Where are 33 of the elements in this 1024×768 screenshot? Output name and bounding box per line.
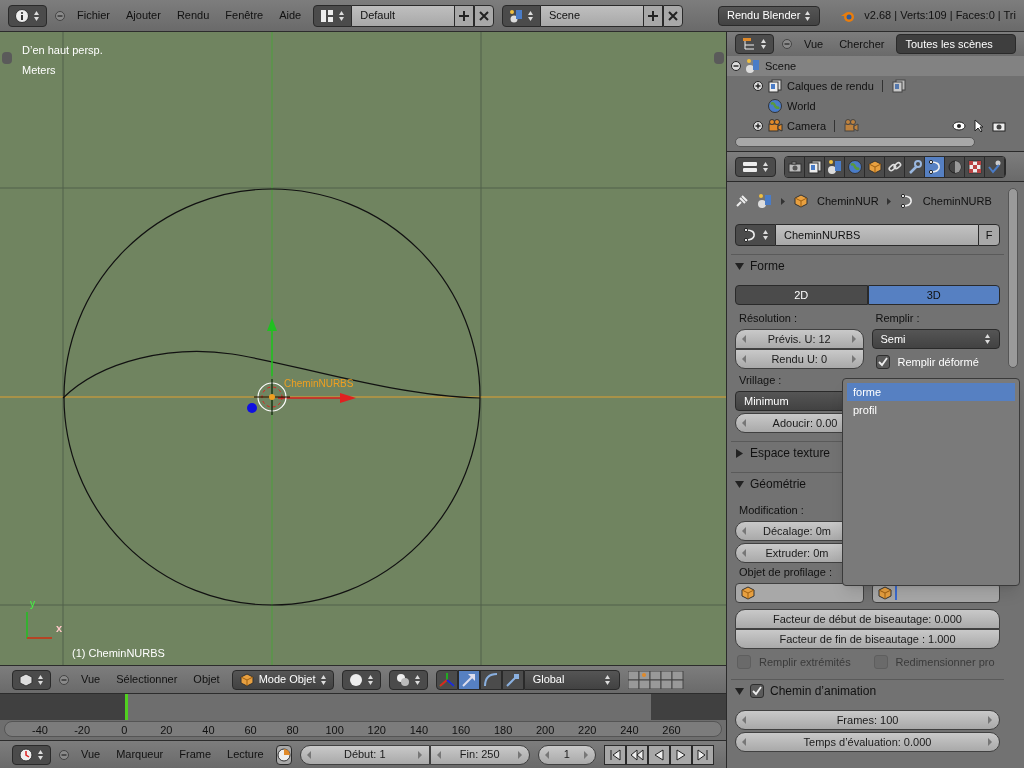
- frame-tick-label: 100: [324, 723, 345, 738]
- axis-x-label: x: [56, 621, 63, 636]
- frame-tick-label: 60: [243, 723, 258, 738]
- axis-y-label: y: [30, 597, 35, 611]
- units-label: Meters: [22, 63, 56, 78]
- frame-tick-label: 240: [619, 723, 640, 738]
- frame-tick-label: 140: [408, 723, 430, 738]
- object-info-label: (1) CheminNURBS: [72, 646, 165, 661]
- field-label: Objet de profilage :: [738, 564, 833, 580]
- object-name-label: CheminNURBS: [284, 377, 354, 391]
- frame-tick-label: 0: [120, 723, 129, 738]
- outliner-item-label: Calques de rendu: [787, 78, 874, 94]
- frame-tick-label: 20: [159, 723, 174, 738]
- field-label: Modification :: [738, 502, 805, 518]
- frame-tick-label: 200: [535, 723, 556, 738]
- frame-tick-label: 260: [661, 723, 682, 738]
- scene-statistics: v2.68 | Verts:109 | Faces:0 | Tri: [864, 8, 1016, 24]
- frame-tick-label: -40: [31, 723, 49, 738]
- field-label: Remplir :: [874, 310, 921, 326]
- frame-tick-label: 120: [366, 723, 387, 738]
- frame-tick-label: 40: [201, 723, 216, 738]
- outliner-item-label: World: [787, 98, 816, 114]
- checkbox-label: Remplir déformé: [897, 354, 979, 370]
- field-label: Vrillage :: [738, 372, 783, 388]
- frame-tick-label: -20: [73, 723, 92, 738]
- frame-tick-label: 180: [492, 723, 514, 738]
- outliner-item-label: Camera: [787, 118, 827, 134]
- frame-tick-label: 80: [285, 723, 300, 738]
- frame-tick-label: 160: [450, 723, 472, 738]
- outliner-item-label: Scene: [765, 58, 797, 74]
- view-name-label: D’en haut persp.: [22, 43, 103, 58]
- field-label: Résolution :: [738, 310, 799, 326]
- frame-tick-label: 220: [577, 723, 598, 738]
